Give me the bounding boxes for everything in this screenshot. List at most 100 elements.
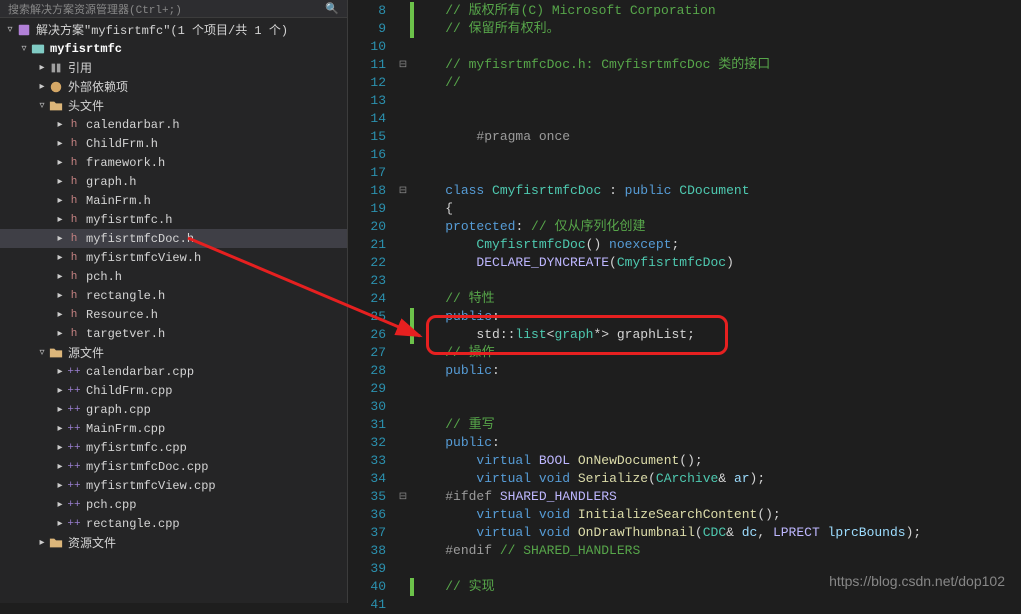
- chevron-right-icon[interactable]: ▸: [54, 233, 66, 245]
- file-item-myfisrtmfc-cpp[interactable]: ▸++myfisrtmfc.cpp: [0, 438, 347, 457]
- chevron-right-icon[interactable]: ▸: [54, 461, 66, 473]
- file-item-myfisrtmfcView-h[interactable]: ▸hmyfisrtmfcView.h: [0, 248, 347, 267]
- chevron-right-icon[interactable]: ▸: [54, 404, 66, 416]
- project-node[interactable]: ▿ myfisrtmfc: [0, 39, 347, 58]
- chevron-right-icon[interactable]: ▸: [54, 442, 66, 454]
- resource-files-folder[interactable]: ▸ 资源文件: [0, 533, 347, 552]
- file-item-ChildFrm-h[interactable]: ▸hChildFrm.h: [0, 134, 347, 153]
- chevron-right-icon[interactable]: ▸: [36, 62, 48, 74]
- file-item-framework-h[interactable]: ▸hframework.h: [0, 153, 347, 172]
- file-item-pch-cpp[interactable]: ▸++pch.cpp: [0, 495, 347, 514]
- file-item-rectangle-h[interactable]: ▸hrectangle.h: [0, 286, 347, 305]
- chevron-right-icon[interactable]: ▸: [54, 366, 66, 378]
- code-line[interactable]: // myfisrtmfcDoc.h: CmyfisrtmfcDoc 类的接口: [410, 56, 1021, 74]
- code-line[interactable]: DECLARE_DYNCREATE(CmyfisrtmfcDoc): [410, 254, 1021, 272]
- code-line[interactable]: virtual void OnDrawThumbnail(CDC& dc, LP…: [410, 524, 1021, 542]
- code-line[interactable]: protected: // 仅从序列化创建: [410, 218, 1021, 236]
- chevron-down-icon[interactable]: ▿: [4, 24, 16, 36]
- chevron-right-icon[interactable]: ▸: [54, 138, 66, 150]
- file-item-MainFrm-h[interactable]: ▸hMainFrm.h: [0, 191, 347, 210]
- code-line[interactable]: [410, 110, 1021, 128]
- code-line[interactable]: CmyfisrtmfcDoc() noexcept;: [410, 236, 1021, 254]
- chevron-right-icon[interactable]: ▸: [54, 290, 66, 302]
- fold-marker[interactable]: ⊟: [396, 182, 410, 200]
- chevron-right-icon[interactable]: ▸: [54, 328, 66, 340]
- chevron-right-icon[interactable]: ▸: [54, 499, 66, 511]
- file-item-targetver-h[interactable]: ▸htargetver.h: [0, 324, 347, 343]
- chevron-right-icon[interactable]: ▸: [36, 537, 48, 549]
- source-files-folder[interactable]: ▿ 源文件: [0, 343, 347, 362]
- chevron-right-icon[interactable]: ▸: [54, 309, 66, 321]
- solution-node[interactable]: ▿ 解决方案"myfisrtmfc"(1 个项目/共 1 个): [0, 20, 347, 39]
- code-line[interactable]: // 保留所有权利。: [410, 20, 1021, 38]
- chevron-right-icon[interactable]: ▸: [54, 271, 66, 283]
- fold-marker[interactable]: ⊟: [396, 56, 410, 74]
- file-item-graph-cpp[interactable]: ▸++graph.cpp: [0, 400, 347, 419]
- chevron-right-icon[interactable]: ▸: [54, 423, 66, 435]
- code-editor[interactable]: 8910111213141516171819202122232425262728…: [348, 0, 1021, 603]
- chevron-down-icon[interactable]: ▿: [36, 100, 48, 112]
- code-line[interactable]: // 实现: [410, 578, 1021, 596]
- file-item-graph-h[interactable]: ▸hgraph.h: [0, 172, 347, 191]
- solution-search[interactable]: 搜索解决方案资源管理器(Ctrl+;) 🔍: [0, 0, 347, 18]
- code-line[interactable]: [410, 380, 1021, 398]
- file-item-ChildFrm-cpp[interactable]: ▸++ChildFrm.cpp: [0, 381, 347, 400]
- code-line[interactable]: public:: [410, 308, 1021, 326]
- fold-marker: [396, 434, 410, 452]
- code-line[interactable]: [410, 164, 1021, 182]
- code-line[interactable]: std::list<graph*> graphList;: [410, 326, 1021, 344]
- chevron-right-icon[interactable]: ▸: [54, 195, 66, 207]
- code-line[interactable]: #ifdef SHARED_HANDLERS: [410, 488, 1021, 506]
- references-node[interactable]: ▸ 引用: [0, 58, 347, 77]
- chevron-right-icon[interactable]: ▸: [54, 518, 66, 530]
- code-line[interactable]: // 版权所有(C) Microsoft Corporation: [410, 2, 1021, 20]
- code-line[interactable]: class CmyfisrtmfcDoc : public CDocument: [410, 182, 1021, 200]
- fold-column[interactable]: ⊟ ⊟ ⊟: [396, 0, 410, 603]
- file-item-myfisrtmfcDoc-h[interactable]: ▸hmyfisrtmfcDoc.h: [0, 229, 347, 248]
- file-item-Resource-h[interactable]: ▸hResource.h: [0, 305, 347, 324]
- file-item-myfisrtmfc-h[interactable]: ▸hmyfisrtmfc.h: [0, 210, 347, 229]
- file-item-calendarbar-h[interactable]: ▸hcalendarbar.h: [0, 115, 347, 134]
- file-item-myfisrtmfcDoc-cpp[interactable]: ▸++myfisrtmfcDoc.cpp: [0, 457, 347, 476]
- code-line[interactable]: // 重写: [410, 416, 1021, 434]
- code-line[interactable]: virtual BOOL OnNewDocument();: [410, 452, 1021, 470]
- code-line[interactable]: // 特性: [410, 290, 1021, 308]
- header-files-folder[interactable]: ▿ 头文件: [0, 96, 347, 115]
- code-line[interactable]: {: [410, 200, 1021, 218]
- code-line[interactable]: [410, 560, 1021, 578]
- file-item-calendarbar-cpp[interactable]: ▸++calendarbar.cpp: [0, 362, 347, 381]
- code-line[interactable]: [410, 92, 1021, 110]
- chevron-right-icon[interactable]: ▸: [54, 176, 66, 188]
- code-line[interactable]: [410, 146, 1021, 164]
- chevron-right-icon[interactable]: ▸: [54, 119, 66, 131]
- fold-marker[interactable]: ⊟: [396, 488, 410, 506]
- code-line[interactable]: public:: [410, 434, 1021, 452]
- code-area[interactable]: // 版权所有(C) Microsoft Corporation // 保留所有…: [410, 0, 1021, 603]
- code-line[interactable]: // 操作: [410, 344, 1021, 362]
- chevron-right-icon[interactable]: ▸: [54, 157, 66, 169]
- external-deps-node[interactable]: ▸ 外部依赖项: [0, 77, 347, 96]
- chevron-right-icon[interactable]: ▸: [54, 214, 66, 226]
- chevron-right-icon[interactable]: ▸: [54, 252, 66, 264]
- chevron-right-icon[interactable]: ▸: [54, 385, 66, 397]
- code-line[interactable]: virtual void InitializeSearchContent();: [410, 506, 1021, 524]
- code-line[interactable]: public:: [410, 362, 1021, 380]
- chevron-right-icon[interactable]: ▸: [36, 81, 48, 93]
- code-line[interactable]: #endif // SHARED_HANDLERS: [410, 542, 1021, 560]
- code-line[interactable]: #pragma once: [410, 128, 1021, 146]
- chevron-down-icon[interactable]: ▿: [18, 43, 30, 55]
- chevron-right-icon[interactable]: ▸: [54, 480, 66, 492]
- file-item-MainFrm-cpp[interactable]: ▸++MainFrm.cpp: [0, 419, 347, 438]
- solution-tree[interactable]: ▿ 解决方案"myfisrtmfc"(1 个项目/共 1 个) ▿ myfisr…: [0, 18, 347, 603]
- file-item-pch-h[interactable]: ▸hpch.h: [0, 267, 347, 286]
- line-number: 20: [348, 218, 386, 236]
- code-line[interactable]: //: [410, 74, 1021, 92]
- code-line[interactable]: [410, 38, 1021, 56]
- file-item-myfisrtmfcView-cpp[interactable]: ▸++myfisrtmfcView.cpp: [0, 476, 347, 495]
- file-item-rectangle-cpp[interactable]: ▸++rectangle.cpp: [0, 514, 347, 533]
- code-line[interactable]: [410, 272, 1021, 290]
- code-line[interactable]: [410, 398, 1021, 416]
- code-line[interactable]: [410, 596, 1021, 614]
- chevron-down-icon[interactable]: ▿: [36, 347, 48, 359]
- code-line[interactable]: virtual void Serialize(CArchive& ar);: [410, 470, 1021, 488]
